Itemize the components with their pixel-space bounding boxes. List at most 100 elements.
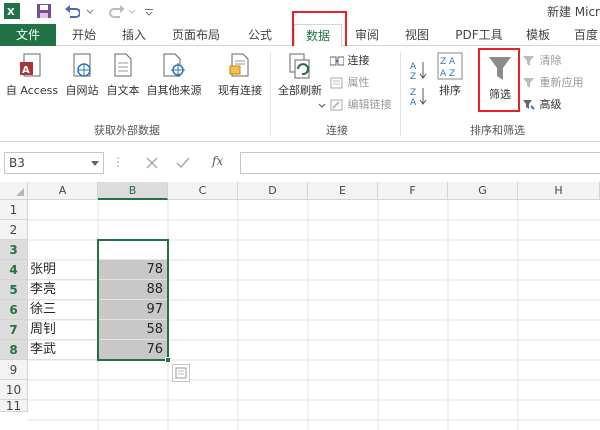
group-label-external-data: 获取外部数据 <box>94 124 160 137</box>
sort-dialog-icon: Z A A Z <box>437 52 463 80</box>
formula-input[interactable] <box>240 152 600 174</box>
edit-links-label: 编辑链接 <box>347 98 392 111</box>
undo-icon[interactable] <box>64 3 80 19</box>
existing-connections-icon <box>229 53 249 77</box>
row-header-6[interactable]: 6 <box>0 300 28 320</box>
insert-function-icon[interactable]: fx <box>212 154 223 168</box>
group-separator <box>400 52 401 136</box>
clear-filter-button[interactable]: 清除 <box>522 52 562 70</box>
tab-templates[interactable]: 模板 <box>516 24 560 46</box>
column-header-a[interactable]: A <box>28 182 98 200</box>
tab-file[interactable]: 文件 <box>0 24 56 46</box>
svg-text:Z: Z <box>410 88 416 98</box>
column-header-d[interactable]: D <box>238 182 308 200</box>
reapply-icon <box>523 78 534 88</box>
column-header-c[interactable]: C <box>168 182 238 200</box>
customize-toolbar-icon[interactable] <box>144 3 160 19</box>
access-db-icon: A <box>20 53 41 77</box>
tab-insert[interactable]: 插入 <box>112 24 156 46</box>
name-box-dropdown-icon[interactable] <box>91 161 99 167</box>
row-header-9[interactable]: 9 <box>0 360 28 380</box>
tab-page-layout[interactable]: 页面布局 <box>162 24 230 46</box>
from-other-sources-button[interactable]: 自其他来源 <box>144 52 204 98</box>
svg-text:A Z: A Z <box>440 69 455 79</box>
refresh-dropdown-icon[interactable] <box>318 102 326 110</box>
cell-a5[interactable]: 李亮 <box>28 280 98 300</box>
row-header-1[interactable]: 1 <box>0 200 28 220</box>
formula-bar: B3 ⋮ fx <box>0 142 600 182</box>
name-box[interactable]: B3 <box>4 152 104 174</box>
cell-a4[interactable]: 张明 <box>28 260 98 280</box>
svg-text:A: A <box>22 65 30 76</box>
existing-connections-button[interactable]: 现有连接 <box>214 52 266 98</box>
redo-icon[interactable] <box>108 3 124 19</box>
from-text-label: 自文本 <box>106 84 140 97</box>
tab-review[interactable]: 审阅 <box>345 24 389 46</box>
tab-formulas[interactable]: 公式 <box>238 24 282 46</box>
clear-filter-icon <box>523 56 534 66</box>
column-header-e[interactable]: E <box>308 182 378 200</box>
redo-dropdown-icon[interactable] <box>128 3 144 19</box>
column-header-f[interactable]: F <box>378 182 448 200</box>
tab-view[interactable]: 视图 <box>395 24 439 46</box>
advanced-filter-label: 高级 <box>539 98 562 111</box>
reapply-button[interactable]: 重新应用 <box>522 74 584 92</box>
sort-label: 排序 <box>439 84 461 97</box>
existing-connections-label: 现有连接 <box>218 84 262 97</box>
quick-analysis-button[interactable] <box>172 364 190 382</box>
fill-handle[interactable] <box>165 357 171 363</box>
window-title: 新建 Micr <box>546 5 600 19</box>
refresh-all-icon <box>289 53 310 79</box>
group-separator <box>270 52 271 136</box>
connections-button[interactable]: 连接 <box>329 52 370 70</box>
filter-button-highlight <box>478 48 520 112</box>
quick-analysis-icon <box>175 367 187 379</box>
web-page-icon <box>73 53 91 77</box>
from-access-button[interactable]: A 自 Access <box>4 52 60 98</box>
row-header-8[interactable]: 8 <box>0 340 28 360</box>
tab-baidu[interactable]: 百度 <box>566 24 600 46</box>
sort-descending-icon[interactable]: ZA <box>410 86 428 106</box>
edit-links-button[interactable]: 编辑链接 <box>330 96 392 114</box>
cell-a8[interactable]: 李武 <box>28 340 98 360</box>
advanced-filter-button[interactable]: 高级 <box>522 96 562 114</box>
column-header-h[interactable]: H <box>518 182 600 200</box>
properties-icon <box>330 77 343 89</box>
column-header-b[interactable]: B <box>98 182 168 200</box>
cell-a7[interactable]: 周钊 <box>28 320 98 340</box>
tab-home[interactable]: 开始 <box>62 24 106 46</box>
name-box-value: B3 <box>9 156 25 170</box>
enter-check-icon[interactable] <box>176 157 190 169</box>
column-header-g[interactable]: G <box>448 182 518 200</box>
save-icon[interactable] <box>36 3 52 19</box>
refresh-all-button[interactable]: 全部刷新 <box>274 52 326 98</box>
from-access-label: 自 Access <box>5 84 59 97</box>
undo-dropdown-icon[interactable] <box>86 3 102 19</box>
row-header-2[interactable]: 2 <box>0 220 28 240</box>
row-header-4[interactable]: 4 <box>0 260 28 280</box>
sort-ascending-icon[interactable]: AZ <box>410 60 428 80</box>
ribbon: A 自 Access 自网站 自文本 自其他来源 现有连接 获取外部数据 全部刷… <box>0 46 600 142</box>
sort-button[interactable]: Z A A Z 排序 <box>434 52 466 98</box>
cancel-icon[interactable] <box>146 157 158 169</box>
connections-icon <box>329 56 345 66</box>
row-header-11[interactable]: 11 <box>0 400 28 412</box>
edit-links-icon <box>330 99 343 111</box>
row-header-7[interactable]: 7 <box>0 320 28 340</box>
from-web-button[interactable]: 自网站 <box>62 52 102 98</box>
worksheet-grid: A B C D E F G H 1 2 3 4 5 6 7 8 9 10 11 … <box>0 182 600 430</box>
row-header-10[interactable]: 10 <box>0 380 28 400</box>
row-header-3[interactable]: 3 <box>0 240 28 260</box>
tab-pdf-tools[interactable]: PDF工具 <box>446 24 512 46</box>
from-other-sources-label: 自其他来源 <box>146 84 202 97</box>
from-text-button[interactable]: 自文本 <box>103 52 143 98</box>
properties-button[interactable]: 属性 <box>330 74 370 92</box>
row-header-5[interactable]: 5 <box>0 280 28 300</box>
clear-filter-label: 清除 <box>539 54 562 67</box>
formula-bar-grip-icon: ⋮ <box>112 155 124 169</box>
advanced-filter-icon <box>523 100 535 110</box>
text-file-icon <box>114 53 132 77</box>
select-all-corner[interactable] <box>0 182 28 200</box>
cell-a6[interactable]: 徐三 <box>28 300 98 320</box>
group-label-sort-filter: 排序和筛选 <box>470 124 525 137</box>
